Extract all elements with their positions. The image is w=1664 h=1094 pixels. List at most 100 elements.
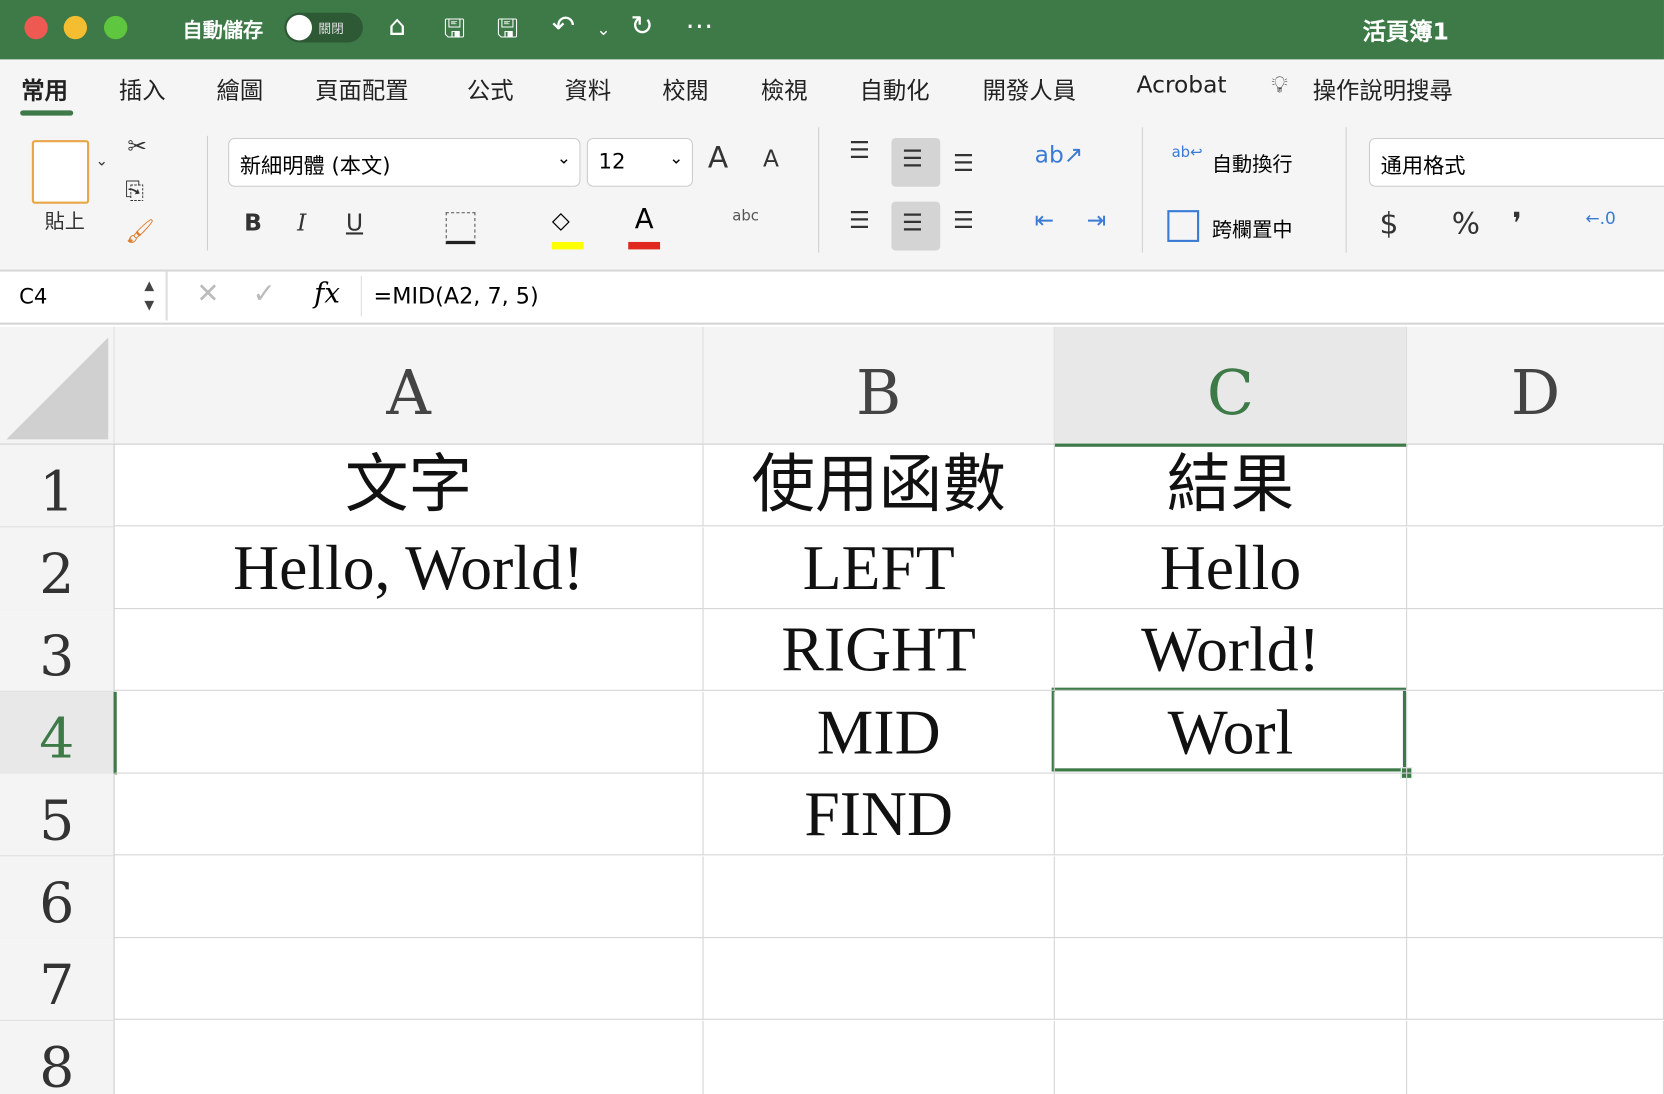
cell-a2[interactable]: Hello, World! <box>114 526 704 609</box>
cell-c5[interactable] <box>1054 773 1408 856</box>
cell-d3[interactable] <box>1407 609 1664 691</box>
row-header-4[interactable]: 4 <box>0 691 117 775</box>
phonetic-icon[interactable]: abc <box>732 208 759 225</box>
cell-b5[interactable]: FIND <box>703 773 1055 856</box>
row-header-3[interactable]: 3 <box>0 609 115 692</box>
cell-a7[interactable] <box>114 938 704 1020</box>
column-header-d[interactable]: D <box>1407 326 1664 445</box>
cell-b6[interactable] <box>703 855 1055 938</box>
font-color-icon[interactable]: A <box>628 204 661 250</box>
tab-draw[interactable]: 繪圖 <box>216 72 263 106</box>
cell-b4[interactable]: MID <box>703 691 1055 774</box>
tab-insert[interactable]: 插入 <box>119 72 166 106</box>
grow-font-button[interactable]: A <box>708 140 728 175</box>
align-left-icon[interactable]: ☰ <box>849 208 870 235</box>
formula-input[interactable]: =MID(A2, 7, 5) <box>374 283 539 308</box>
cell-d5[interactable] <box>1407 773 1664 856</box>
cell-c4[interactable]: Worl <box>1054 691 1408 774</box>
tab-acrobat[interactable]: Acrobat <box>1137 72 1227 99</box>
increase-indent-icon[interactable]: ⇥ <box>1087 208 1107 235</box>
paste-label[interactable]: 貼上 <box>45 206 85 235</box>
cell-a6[interactable] <box>114 855 704 938</box>
cell-b1[interactable]: 使用函數 <box>703 444 1055 527</box>
align-top-icon[interactable]: ☰ <box>849 138 870 165</box>
number-format-select[interactable]: 通用格式 <box>1368 137 1664 187</box>
copy-icon[interactable]: ⎘ <box>125 178 144 205</box>
bold-button[interactable]: B <box>244 210 262 237</box>
cell-c8[interactable] <box>1055 1020 1408 1094</box>
cell-c3[interactable]: World! <box>1054 609 1408 691</box>
borders-icon[interactable] <box>445 212 476 245</box>
cell-a4[interactable] <box>114 691 704 774</box>
cell-a8[interactable] <box>115 1020 704 1094</box>
decrease-indent-icon[interactable]: ⇤ <box>1035 208 1055 235</box>
percent-button[interactable]: % <box>1452 206 1480 241</box>
paste-dropdown-icon[interactable]: ⌄ <box>96 153 108 170</box>
name-box[interactable]: C4 ▲ ▼ <box>0 271 168 321</box>
merge-center-button[interactable]: 跨欄置中 <box>1212 214 1293 243</box>
cell-a1[interactable]: 文字 <box>114 444 704 527</box>
wrap-text-button[interactable]: 自動換行 <box>1212 149 1293 178</box>
cell-c6[interactable] <box>1054 855 1408 938</box>
cell-d4[interactable] <box>1407 691 1664 774</box>
zoom-window-button[interactable] <box>103 15 128 40</box>
cell-c2[interactable]: Hello <box>1054 526 1408 609</box>
cell-d2[interactable] <box>1407 526 1664 609</box>
undo-dropdown-icon[interactable]: ⌄ <box>596 19 610 39</box>
fill-color-icon[interactable]: ◇ <box>551 208 584 250</box>
cell-a5[interactable] <box>114 773 704 856</box>
italic-button[interactable]: I <box>297 210 306 237</box>
tab-view[interactable]: 檢視 <box>761 72 808 106</box>
tab-automate[interactable]: 自動化 <box>860 72 930 106</box>
enter-icon[interactable]: ✓ <box>253 278 276 310</box>
autosave-toggle[interactable]: 關閉 <box>284 12 363 43</box>
row-header-1[interactable]: 1 <box>0 444 115 528</box>
column-header-a[interactable]: A <box>114 326 704 445</box>
close-window-button[interactable] <box>24 15 48 40</box>
format-painter-icon[interactable]: 🖌︎ <box>125 219 155 246</box>
cell-d8[interactable] <box>1407 1020 1664 1094</box>
column-header-b[interactable]: B <box>703 326 1055 445</box>
row-header-2[interactable]: 2 <box>0 526 115 610</box>
home-icon[interactable]: ⌂ <box>388 11 406 43</box>
tab-data[interactable]: 資料 <box>565 72 612 106</box>
tab-review[interactable]: 校閱 <box>662 72 709 106</box>
tab-page-layout[interactable]: 頁面配置 <box>315 72 408 106</box>
cell-b2[interactable]: LEFT <box>703 526 1055 609</box>
row-header-5[interactable]: 5 <box>0 773 115 857</box>
align-bottom-icon[interactable]: ☰ <box>953 151 974 178</box>
align-right-icon[interactable]: ☰ <box>953 208 974 235</box>
tab-home[interactable]: 常用 <box>21 72 68 106</box>
more-icon[interactable]: ⋯ <box>686 11 714 43</box>
cell-b3[interactable]: RIGHT <box>703 609 1055 691</box>
paste-icon[interactable] <box>31 140 90 204</box>
align-middle-button[interactable]: ☰ <box>891 137 941 187</box>
cell-a3[interactable] <box>114 609 704 691</box>
underline-button[interactable]: U <box>346 210 363 237</box>
cell-b8[interactable] <box>704 1020 1055 1094</box>
name-box-stepper-icon[interactable]: ▲ ▼ <box>144 276 154 314</box>
orientation-icon[interactable]: ab↗ <box>1035 142 1084 169</box>
cell-c1[interactable]: 結果 <box>1054 444 1408 527</box>
row-header-6[interactable]: 6 <box>0 855 115 939</box>
cell-d6[interactable] <box>1407 855 1664 938</box>
minimize-window-button[interactable] <box>63 15 88 40</box>
cell-d1[interactable] <box>1407 444 1664 527</box>
align-center-button[interactable]: ☰ <box>891 201 941 251</box>
insert-function-button[interactable]: fx <box>314 278 340 310</box>
cut-icon[interactable]: ✂ <box>127 134 147 161</box>
select-all-button[interactable] <box>0 326 115 445</box>
column-header-c[interactable]: C <box>1054 326 1408 447</box>
tell-me-search[interactable]: 操作說明搜尋 <box>1313 72 1453 106</box>
save-icon[interactable]: 🖫 <box>444 11 466 55</box>
row-header-7[interactable]: 7 <box>0 938 115 1021</box>
cell-c7[interactable] <box>1054 938 1408 1020</box>
currency-button[interactable]: $ <box>1380 206 1399 241</box>
comma-button[interactable]: ❜ <box>1512 206 1522 241</box>
save-as-icon[interactable]: 🖫 <box>497 11 519 55</box>
tab-formulas[interactable]: 公式 <box>467 72 514 106</box>
font-size-select[interactable]: 12 ⌄ <box>586 137 693 187</box>
cell-b7[interactable] <box>703 938 1055 1020</box>
cell-d7[interactable] <box>1407 938 1664 1020</box>
shrink-font-button[interactable]: A <box>763 146 779 173</box>
